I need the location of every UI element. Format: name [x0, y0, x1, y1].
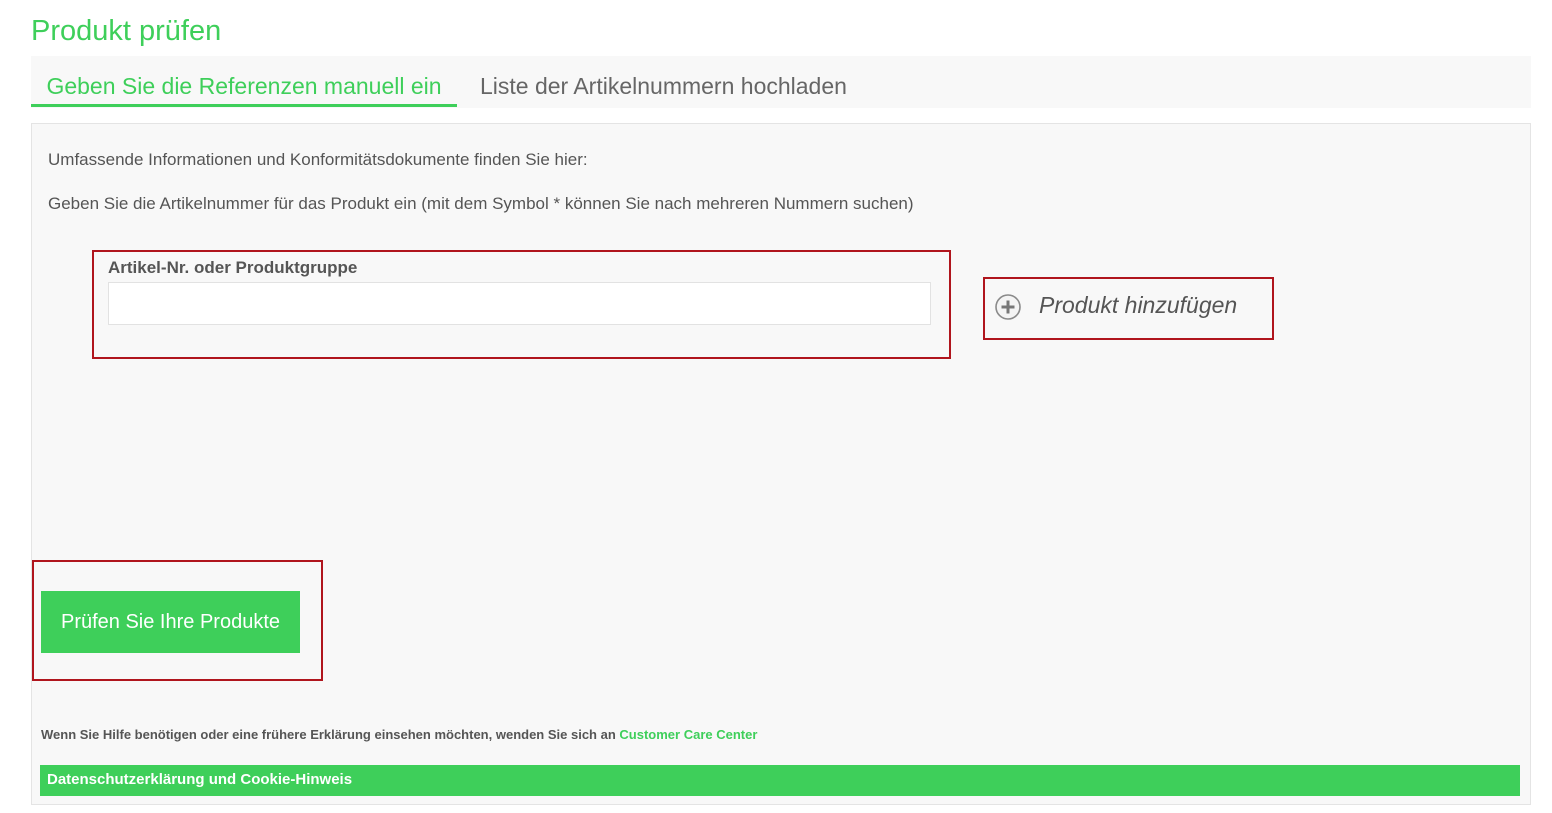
help-text: Wenn Sie Hilfe benötigen oder eine frühe… [41, 727, 757, 742]
page-title: Produkt prüfen [31, 15, 222, 47]
article-number-field-group: Artikel-Nr. oder Produktgruppe [92, 250, 951, 359]
submit-button-wrapper: Prüfen Sie Ihre Produkte [32, 560, 323, 681]
privacy-cookie-link[interactable]: Datenschutzerklärung und Cookie-Hinweis [47, 771, 352, 788]
article-number-label: Artikel-Nr. oder Produktgruppe [108, 258, 358, 277]
article-number-input[interactable] [108, 282, 931, 325]
help-text-label: Wenn Sie Hilfe benötigen oder eine frühe… [41, 727, 616, 742]
info-text-conformity: Umfassende Informationen und Konformität… [48, 150, 588, 169]
tab-upload-list[interactable]: Liste der Artikelnummern hochladen [480, 72, 847, 100]
footer-bar: Datenschutzerklärung und Cookie-Hinweis [40, 765, 1520, 796]
check-products-button[interactable]: Prüfen Sie Ihre Produkte [41, 591, 300, 653]
info-text-instructions: Geben Sie die Artikelnummer für das Prod… [48, 194, 914, 213]
add-product-label: Produkt hinzufügen [1039, 292, 1238, 318]
customer-care-center-link[interactable]: Customer Care Center [619, 727, 757, 742]
tabs-bar: Geben Sie die Referenzen manuell ein Lis… [31, 56, 1531, 108]
add-product-button[interactable]: Produkt hinzufügen [983, 277, 1274, 340]
plus-circle-icon [995, 294, 1021, 320]
product-check-panel: Umfassende Informationen und Konformität… [31, 123, 1531, 805]
tab-manual-entry[interactable]: Geben Sie die Referenzen manuell ein [31, 72, 457, 107]
